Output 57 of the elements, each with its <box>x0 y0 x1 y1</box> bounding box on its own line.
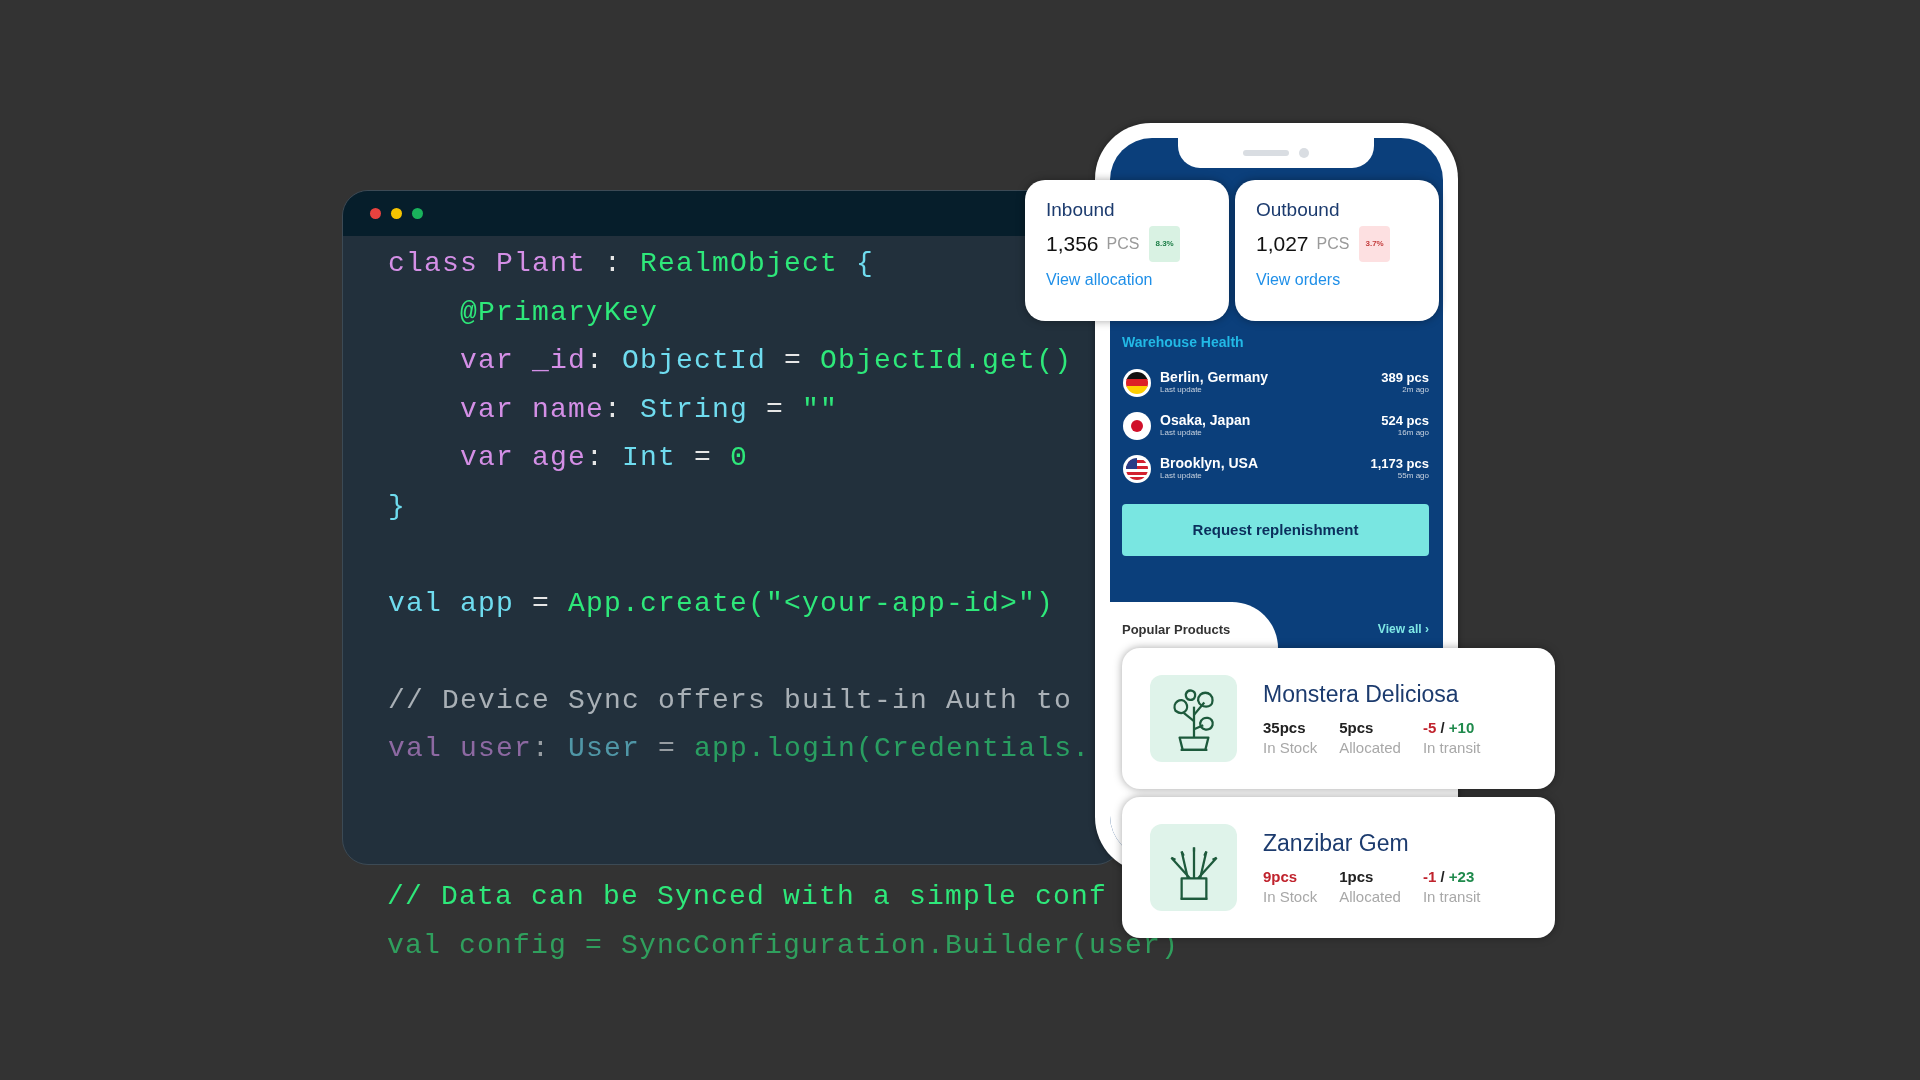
warehouse-caption: Last update <box>1160 385 1203 395</box>
code-line: var _id: ObjectId = ObjectId.get() <box>459 344 1073 378</box>
window-dot[interactable] <box>412 208 423 219</box>
section-title: Warehouse Health <box>1122 333 1245 352</box>
stock-count: 389 pcs <box>1381 370 1429 385</box>
flag-icon <box>1122 453 1152 484</box>
window-dot[interactable] <box>370 208 381 219</box>
product-name: Monstera Deliciosa <box>1263 679 1460 708</box>
update-time: 55m ago <box>1396 471 1429 481</box>
stock-count: 1,173 pcs <box>1370 456 1429 471</box>
warehouse-caption: Last update <box>1160 471 1203 481</box>
stat-label: In transit <box>1422 886 1481 907</box>
update-time: 2m ago <box>1401 385 1429 395</box>
section-tab[interactable]: Popular Products <box>1110 602 1278 652</box>
warehouse-name: Berlin, Germany <box>1160 370 1270 385</box>
card-link[interactable]: View allocation <box>1046 268 1153 292</box>
flag-icon <box>1122 367 1152 398</box>
replenish-button[interactable]: Request replenishment <box>1122 504 1429 556</box>
warehouse-name: Brooklyn, USA <box>1160 456 1259 471</box>
stat-value: 1pcs <box>1339 866 1375 887</box>
stat-label: In transit <box>1422 737 1481 758</box>
code-line: var age: Int = 0 <box>459 441 749 475</box>
stat-label: In Stock <box>1263 886 1318 907</box>
stat-value: 5pcs <box>1339 717 1375 738</box>
window-dot[interactable] <box>391 208 402 219</box>
stat-value: 35pcs <box>1263 717 1307 738</box>
product-card[interactable]: Monstera Deliciosa 35pcs In Stock 5pcs Allocated -5 / +10 In transit <box>1122 648 1555 789</box>
unit-label: PCS <box>1316 234 1350 254</box>
stat-value: -5 / +10 <box>1422 717 1476 738</box>
stat-label: Allocated <box>1339 886 1401 907</box>
code-line: // Data can be Synced with a simple conf <box>387 880 1108 914</box>
card-link[interactable]: View orders <box>1256 268 1341 292</box>
change-badge: 8.3% <box>1149 226 1180 262</box>
code-line: } <box>388 489 406 524</box>
count-value: 1,027 <box>1256 231 1309 257</box>
card-title: Outbound <box>1256 198 1341 222</box>
change-badge: 3.7% <box>1359 226 1390 262</box>
stat-value: -1 / +23 <box>1422 866 1476 887</box>
flag-icon <box>1122 410 1152 441</box>
warehouse-caption: Last update <box>1160 428 1203 438</box>
code-line: val user: User = app.login(Credentials. <box>388 732 1091 766</box>
unit-label: PCS <box>1106 234 1140 254</box>
stat-value: 9pcs <box>1263 866 1299 887</box>
code-line: val app = App.create("<your-app-id>") <box>388 586 1055 621</box>
code-line: class Plant : RealmObject { <box>388 247 875 281</box>
count-value: 1,356 <box>1046 231 1099 257</box>
card-title: Inbound <box>1046 198 1116 222</box>
warehouse-name: Osaka, Japan <box>1160 413 1252 428</box>
stock-count: 524 pcs <box>1381 413 1429 428</box>
product-card[interactable]: Zanzibar Gem 9pcs In Stock 1pcs Allocated -1 / +23 In transit <box>1122 797 1555 938</box>
code-line: @PrimaryKey <box>459 295 659 330</box>
stat-label: In Stock <box>1263 737 1318 758</box>
code-line: // Device Sync offers built-in Auth to <box>388 683 1073 718</box>
update-time: 16m ago <box>1396 428 1429 438</box>
stat-label: Allocated <box>1339 737 1401 758</box>
code-line: var name: String = "" <box>459 392 839 427</box>
product-name: Zanzibar Gem <box>1263 828 1410 857</box>
